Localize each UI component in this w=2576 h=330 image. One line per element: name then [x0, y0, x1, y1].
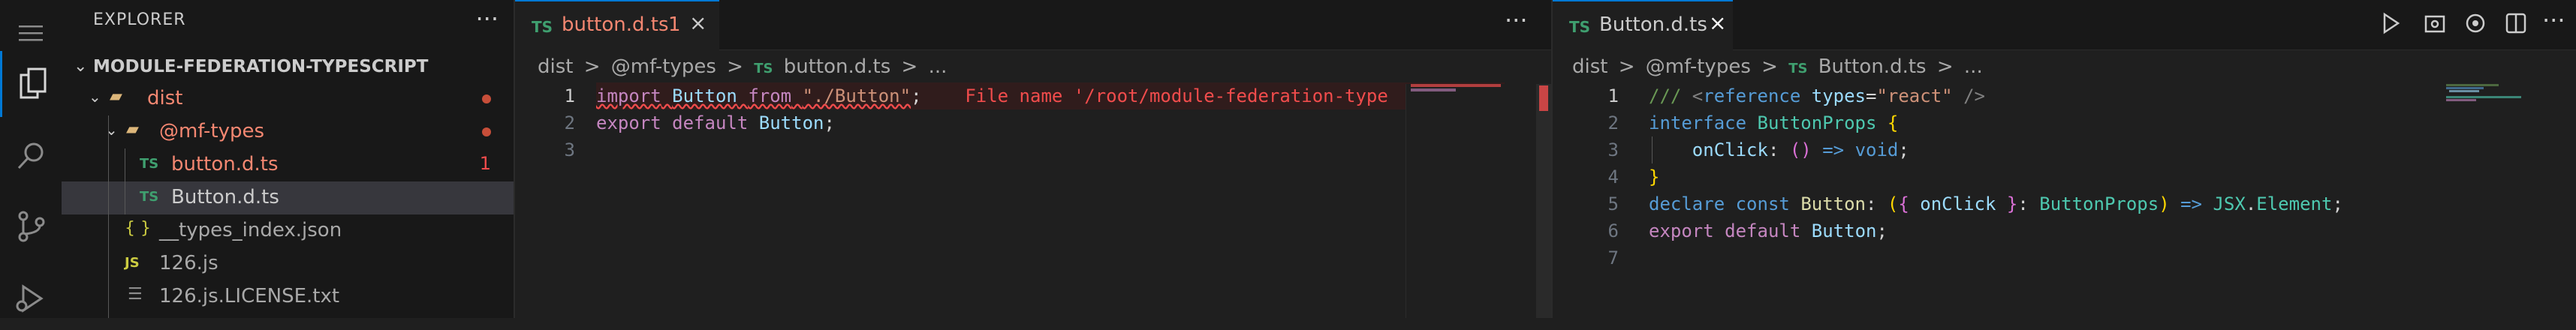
tree-item-license[interactable]: ☰ 126.js.LICENSE.txt: [62, 280, 514, 314]
editor-group-left: TS button.d.ts 1 × ··· dist > @mf-types …: [515, 0, 1551, 318]
line-numbers: 1 2 3: [515, 82, 575, 164]
breadcrumb-separator: >: [583, 56, 601, 78]
run-icon[interactable]: [2382, 12, 2401, 40]
tree-item-126-js[interactable]: JS 126.js: [62, 248, 514, 280]
json-icon: { }: [125, 219, 151, 238]
tab-problem-badge: 1: [668, 14, 681, 36]
typescript-icon: TS: [1788, 61, 1808, 76]
line-numbers: 1 2 3 4 5 6 7: [1553, 82, 1619, 272]
code-line-1[interactable]: import Button from "./Button"; File name…: [596, 82, 1505, 110]
code-block[interactable]: /// <reference types="react" /> interfac…: [1649, 82, 2343, 244]
tree-item-button-lower[interactable]: TS button.d.ts 1: [62, 148, 514, 182]
activity-bar: [0, 0, 63, 318]
source-control-icon[interactable]: [0, 194, 62, 260]
inline-error-message: File name '/root/module-federation-type: [965, 86, 1388, 106]
breadcrumb-item[interactable]: dist: [1572, 56, 1607, 78]
breadcrumb-separator: >: [1761, 56, 1778, 78]
breadcrumb-item[interactable]: button.d.ts: [784, 56, 891, 78]
tab-button-upper[interactable]: TS Button.d.ts ×: [1553, 0, 1733, 51]
javascript-icon: JS: [125, 255, 140, 271]
tree-item-label: dist: [147, 87, 183, 110]
chevron-down-icon: ⌄: [105, 121, 118, 139]
breadcrumb-item[interactable]: @mf-types: [1646, 56, 1751, 78]
breadcrumb-item[interactable]: Button.d.ts: [1818, 56, 1927, 78]
explorer-icon[interactable]: [0, 51, 64, 117]
chevron-down-icon: ⌄: [89, 88, 101, 106]
tree-item-label: 126.js.LICENSE.txt: [159, 285, 340, 308]
workspace-section-header[interactable]: ⌄ MODULE-FEDERATION-TYPESCRIPT: [62, 52, 514, 82]
folder-icon: ▰: [110, 87, 122, 106]
modified-dot: [482, 94, 491, 104]
tree-item-mf-types[interactable]: ⌄ ▰ @mf-types: [62, 116, 514, 148]
indent-guide: [108, 116, 109, 318]
folder-icon: ▰: [126, 120, 139, 139]
close-icon[interactable]: ×: [689, 10, 707, 35]
line-number: 3: [564, 140, 575, 160]
typescript-icon: TS: [532, 18, 553, 36]
breadcrumb-separator: >: [1618, 56, 1635, 78]
scrollbar[interactable]: [1536, 84, 1551, 318]
tree-item-label: button.d.ts: [171, 153, 279, 176]
split-editor-icon[interactable]: [2505, 12, 2527, 40]
minimap[interactable]: [1406, 84, 1535, 318]
breadcrumb-separator: >: [727, 56, 743, 78]
tab-label: button.d.ts: [562, 14, 669, 36]
more-actions-icon[interactable]: ···: [2542, 6, 2565, 34]
line-number: 4: [1607, 166, 1619, 188]
copilot-icon[interactable]: [2464, 12, 2487, 40]
line-number: 7: [1607, 248, 1619, 268]
search-icon[interactable]: [0, 123, 62, 189]
tree-item-label: Button.d.ts: [171, 186, 279, 208]
more-actions-icon[interactable]: ···: [475, 4, 499, 33]
tree-item-types-index[interactable]: { } __types_index.json: [62, 214, 514, 248]
chevron-down-icon: ⌄: [74, 57, 88, 76]
typescript-icon: TS: [1569, 18, 1591, 36]
line-number: 2: [564, 112, 575, 134]
line-number: 2: [1607, 112, 1619, 134]
tab-bar: TS button.d.ts 1 × ···: [515, 0, 1551, 51]
editor-group-right: TS Button.d.ts × ··· dist > @mf-types > …: [1553, 0, 2576, 318]
tree-item-label: __types_index.json: [159, 219, 342, 242]
tab-label: Button.d.ts: [1599, 14, 1707, 36]
tab-bar: TS Button.d.ts × ···: [1553, 0, 2576, 51]
typescript-icon: TS: [754, 61, 773, 76]
breadcrumb-item[interactable]: ...: [929, 56, 948, 78]
explorer-sidebar: EXPLORER ··· ⌄ MODULE-FEDERATION-TYPESCR…: [62, 0, 515, 318]
tree-item-button-upper[interactable]: TS Button.d.ts: [62, 182, 514, 214]
workspace-name: MODULE-FEDERATION-TYPESCRIPT: [93, 57, 429, 76]
line-number: 3: [1607, 140, 1619, 160]
close-icon[interactable]: ×: [1709, 10, 1726, 35]
breadcrumb-item[interactable]: dist: [538, 56, 573, 78]
more-actions-icon[interactable]: ···: [1505, 6, 1528, 34]
explorer-title: EXPLORER: [93, 10, 186, 29]
tree-item-label: @mf-types: [159, 120, 265, 142]
line-number: 1: [1607, 86, 1619, 106]
run-debug-icon[interactable]: [0, 264, 62, 330]
line-number: 5: [1607, 194, 1619, 214]
line-number: 1: [564, 86, 575, 106]
tab-button-lower[interactable]: TS button.d.ts 1 ×: [515, 0, 719, 51]
modified-dot: [482, 128, 491, 136]
breadcrumb-item[interactable]: ...: [1964, 56, 1983, 78]
typescript-icon: TS: [140, 156, 159, 172]
typescript-icon: TS: [140, 189, 159, 205]
text-file-icon: ☰: [128, 285, 143, 304]
compare-changes-icon[interactable]: [2424, 12, 2446, 40]
line-number: 6: [1607, 220, 1619, 242]
problem-count-badge: 1: [479, 153, 491, 174]
breadcrumb-item[interactable]: @mf-types: [611, 56, 716, 78]
tree-item-dist[interactable]: ⌄ ▰ dist: [62, 82, 514, 116]
breadcrumb-separator: >: [1936, 56, 1954, 78]
minimap[interactable]: [2446, 84, 2561, 318]
tree-item-label: 126.js: [159, 252, 218, 274]
code-line-2[interactable]: export default Button;: [596, 110, 835, 136]
breadcrumb-separator: >: [901, 56, 918, 78]
